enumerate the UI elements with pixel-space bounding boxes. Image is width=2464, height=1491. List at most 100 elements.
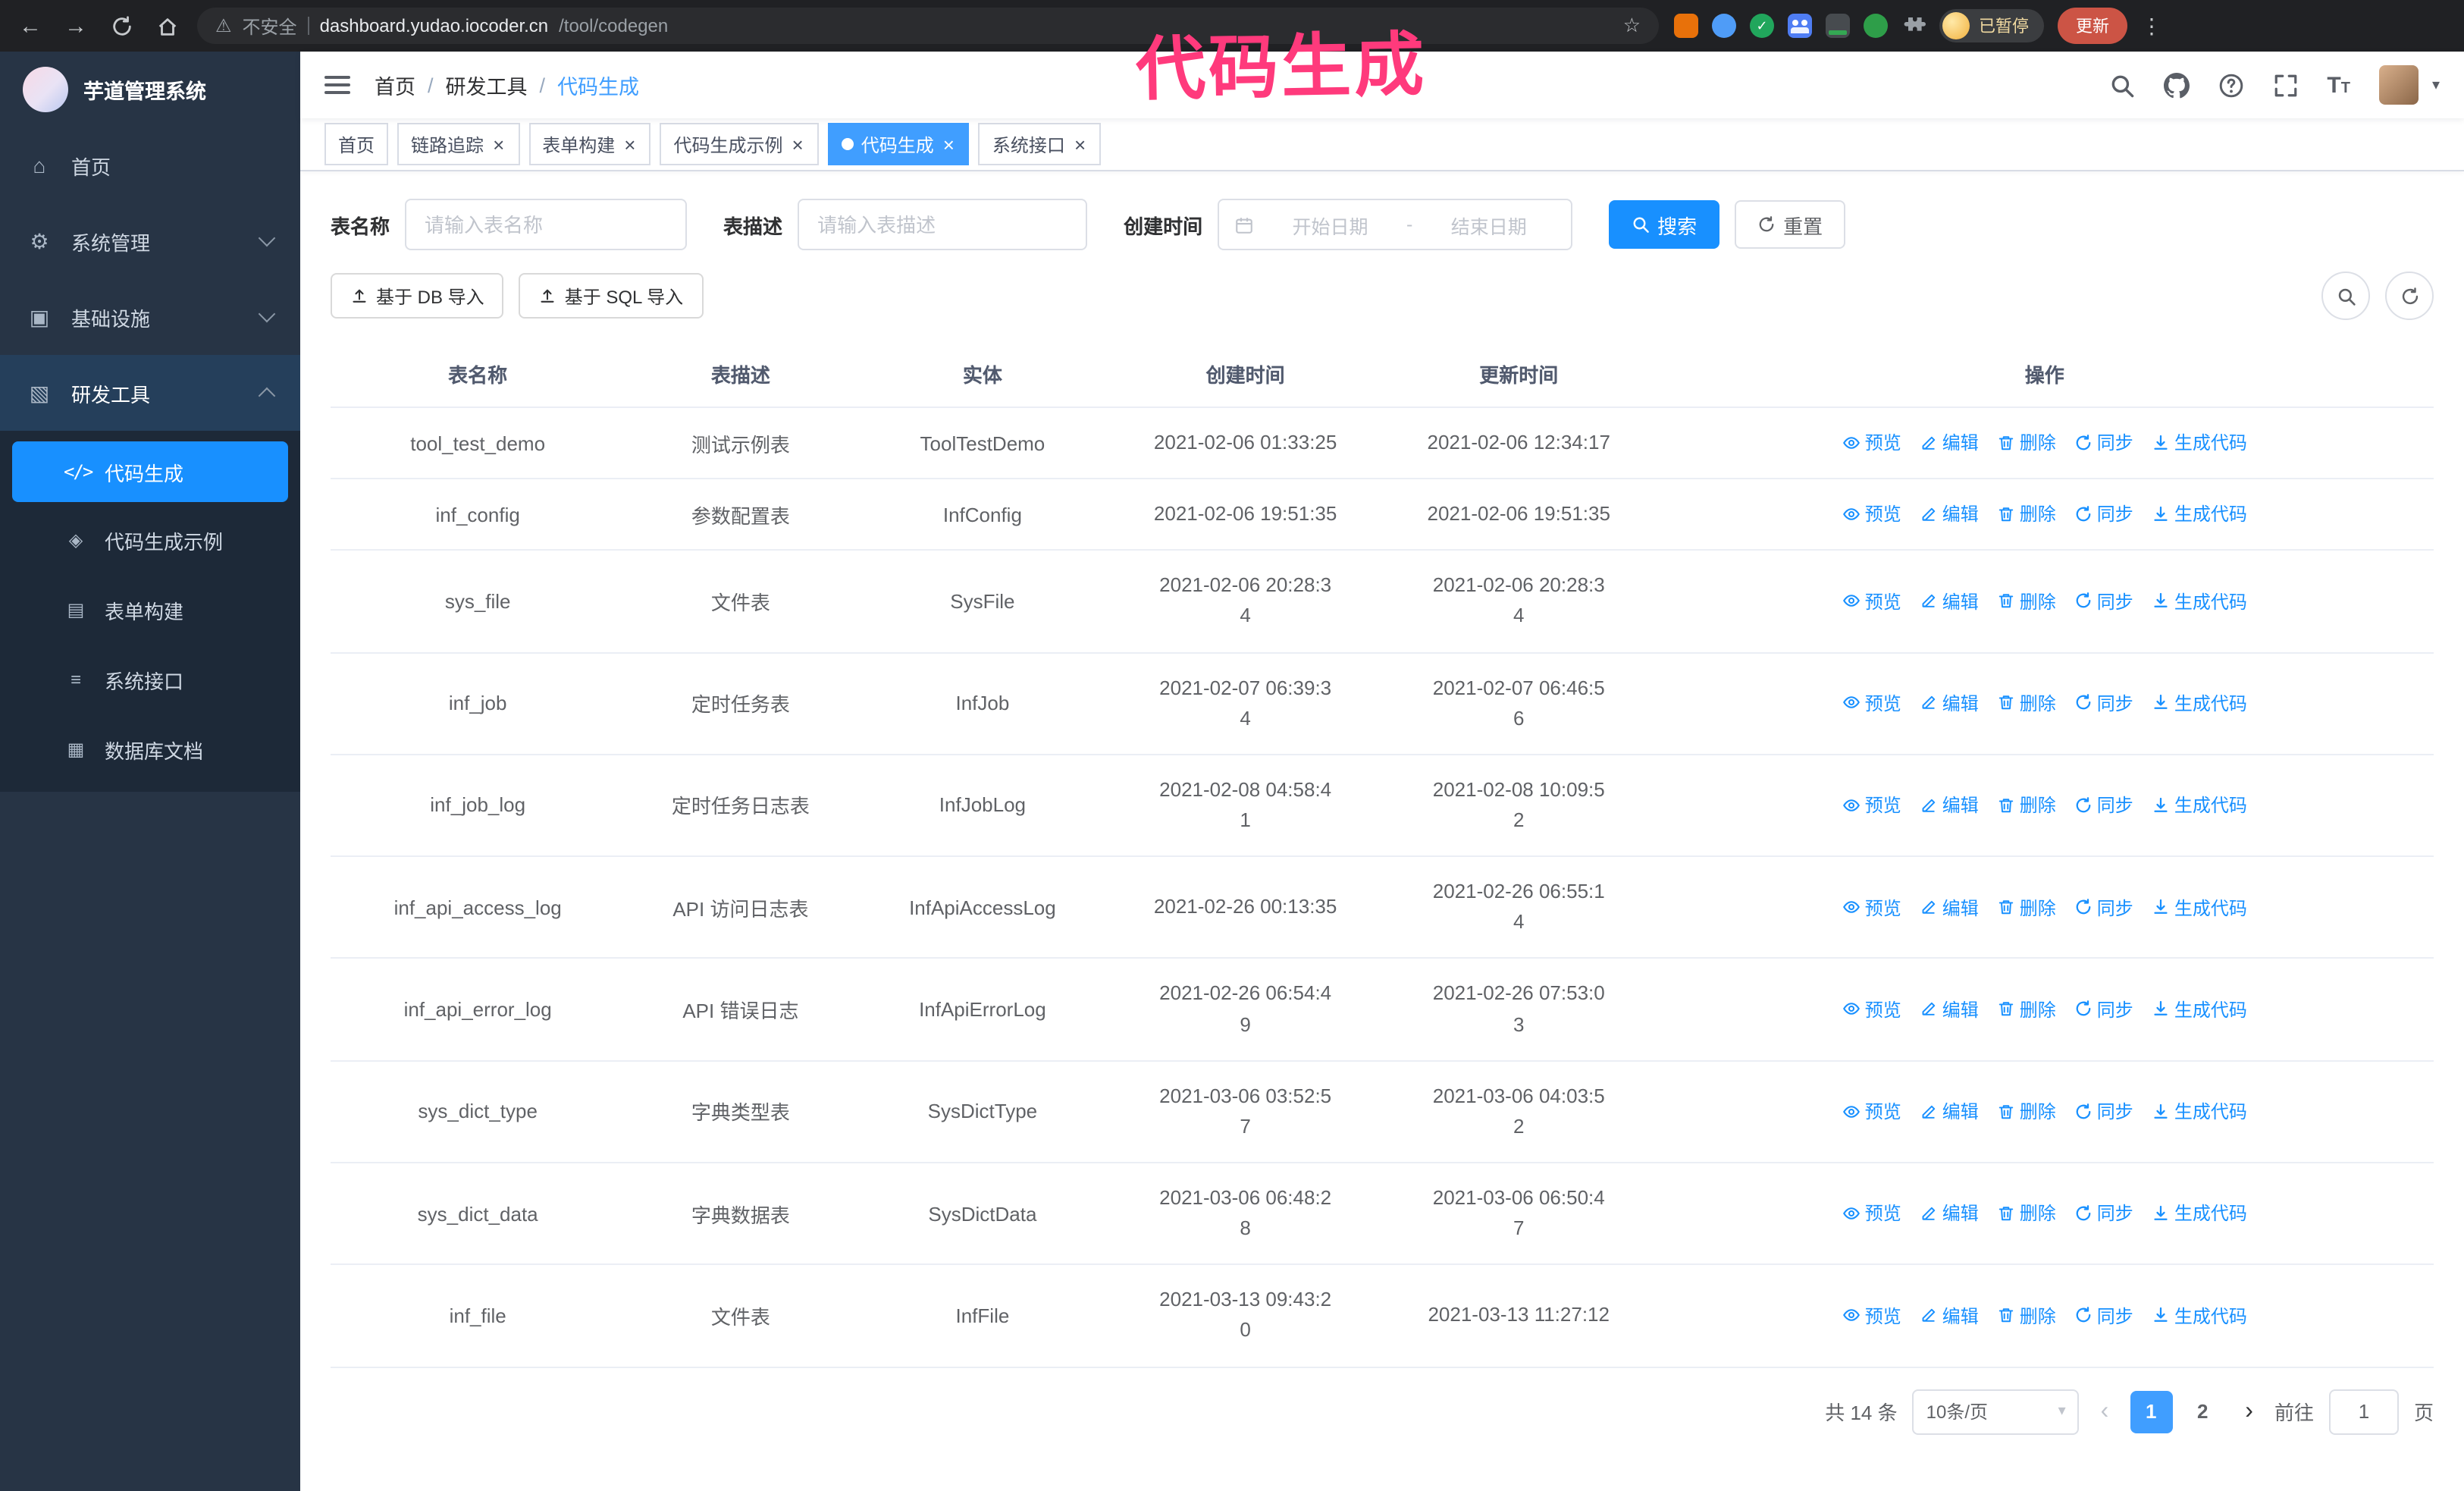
action-preview[interactable]: 预览	[1842, 430, 1901, 456]
caret-down-icon[interactable]: ▾	[2432, 77, 2440, 93]
search-icon[interactable]	[2108, 72, 2134, 98]
action-sync[interactable]: 同步	[2074, 1201, 2133, 1226]
action-preview[interactable]: 预览	[1842, 792, 1901, 818]
action-delete[interactable]: 删除	[1997, 1098, 2056, 1124]
help-icon[interactable]	[2218, 72, 2243, 98]
sidebar-item-codegen-example[interactable]: ◈ 代码生成示例	[0, 505, 300, 575]
action-generate-code[interactable]: 生成代码	[2152, 690, 2247, 716]
sidebar-item-form-builder[interactable]: ▤ 表单构建	[0, 575, 300, 645]
import-db-button[interactable]: 基于 DB 导入	[331, 273, 504, 319]
action-edit[interactable]: 编辑	[1920, 690, 1979, 716]
action-delete[interactable]: 删除	[1997, 1302, 2056, 1328]
sidebar-item-infrastructure[interactable]: ▣ 基础设施	[0, 279, 300, 355]
action-sync[interactable]: 同步	[2074, 588, 2133, 614]
action-sync[interactable]: 同步	[2074, 894, 2133, 920]
action-delete[interactable]: 删除	[1997, 588, 2056, 614]
fox-extension-icon[interactable]	[1674, 14, 1698, 38]
tab-close-icon[interactable]: ×	[1073, 134, 1087, 154]
action-edit[interactable]: 编辑	[1920, 501, 1979, 527]
toolbar-search-toggle-button[interactable]	[2321, 272, 2370, 320]
action-preview[interactable]: 预览	[1842, 1302, 1901, 1328]
action-preview[interactable]: 预览	[1842, 997, 1901, 1022]
action-sync[interactable]: 同步	[2074, 1302, 2133, 1328]
action-delete[interactable]: 删除	[1997, 792, 2056, 818]
tab-item-0[interactable]: 首页	[324, 123, 389, 165]
action-edit[interactable]: 编辑	[1920, 1201, 1979, 1226]
action-preview[interactable]: 预览	[1842, 1098, 1901, 1124]
action-generate-code[interactable]: 生成代码	[2152, 1098, 2247, 1124]
create-time-range-picker[interactable]: 开始日期 - 结束日期	[1218, 199, 1573, 250]
action-preview[interactable]: 预览	[1842, 1201, 1901, 1226]
action-generate-code[interactable]: 生成代码	[2152, 792, 2247, 818]
github-icon[interactable]	[2163, 72, 2189, 98]
tab-item-1[interactable]: 链路追踪 ×	[397, 123, 520, 165]
action-preview[interactable]: 预览	[1842, 690, 1901, 716]
avatar[interactable]	[2378, 65, 2419, 105]
action-sync[interactable]: 同步	[2074, 1098, 2133, 1124]
fullscreen-icon[interactable]	[2272, 72, 2298, 98]
action-edit[interactable]: 编辑	[1920, 997, 1979, 1022]
sidebar-item-dev-tools[interactable]: ▧ 研发工具	[0, 355, 300, 431]
goto-page-input[interactable]	[2328, 1389, 2399, 1435]
action-generate-code[interactable]: 生成代码	[2152, 894, 2247, 920]
tab-item-3[interactable]: 代码生成示例 ×	[660, 123, 819, 165]
reset-button[interactable]: 重置	[1735, 200, 1846, 249]
action-delete[interactable]: 删除	[1997, 690, 2056, 716]
sidebar-item-system-api[interactable]: ≡ 系统接口	[0, 645, 300, 714]
prev-page-button[interactable]: ‹	[2095, 1398, 2115, 1425]
leaf-extension-icon[interactable]	[1864, 14, 1888, 38]
page-button-2[interactable]: 2	[2181, 1390, 2224, 1433]
font-size-icon[interactable]: TT	[2327, 72, 2350, 98]
browser-update-button[interactable]: 更新	[2058, 8, 2127, 44]
action-sync[interactable]: 同步	[2074, 430, 2133, 456]
action-edit[interactable]: 编辑	[1920, 430, 1979, 456]
table-desc-input[interactable]	[798, 199, 1088, 250]
breadcrumb-dev-tools[interactable]: 研发工具	[446, 70, 528, 100]
tab-close-icon[interactable]: ×	[491, 134, 506, 154]
action-sync[interactable]: 同步	[2074, 792, 2133, 818]
table-name-input[interactable]	[405, 199, 688, 250]
browser-forward-button[interactable]: →	[61, 13, 91, 39]
action-edit[interactable]: 编辑	[1920, 588, 1979, 614]
action-sync[interactable]: 同步	[2074, 501, 2133, 527]
extensions-puzzle-icon[interactable]	[1901, 14, 1926, 38]
action-delete[interactable]: 删除	[1997, 997, 2056, 1022]
action-delete[interactable]: 删除	[1997, 430, 2056, 456]
action-edit[interactable]: 编辑	[1920, 1098, 1979, 1124]
security-label[interactable]: 不安全	[243, 13, 297, 39]
action-generate-code[interactable]: 生成代码	[2152, 997, 2247, 1022]
tab-item-5[interactable]: 系统接口 ×	[978, 123, 1102, 165]
action-delete[interactable]: 删除	[1997, 894, 2056, 920]
sidebar-item-system-management[interactable]: ⚙ 系统管理	[0, 203, 300, 279]
browser-back-button[interactable]: ←	[15, 13, 45, 39]
action-edit[interactable]: 编辑	[1920, 1302, 1979, 1328]
action-sync[interactable]: 同步	[2074, 997, 2133, 1022]
drop-extension-icon[interactable]	[1712, 14, 1736, 38]
action-generate-code[interactable]: 生成代码	[2152, 1201, 2247, 1226]
tab-item-2[interactable]: 表单构建 ×	[528, 123, 651, 165]
action-generate-code[interactable]: 生成代码	[2152, 588, 2247, 614]
action-edit[interactable]: 编辑	[1920, 894, 1979, 920]
sidebar-item-home[interactable]: ⌂ 首页	[0, 127, 300, 203]
search-button[interactable]: 搜索	[1609, 200, 1720, 249]
browser-profile-chip[interactable]: 已暂停	[1939, 9, 2044, 42]
sidebar-item-db-docs[interactable]: ▦ 数据库文档	[0, 714, 300, 784]
page-button-1[interactable]: 1	[2130, 1390, 2173, 1433]
tab-close-icon[interactable]: ×	[791, 134, 805, 154]
action-delete[interactable]: 删除	[1997, 501, 2056, 527]
breadcrumb-home[interactable]: 首页	[375, 70, 415, 100]
action-delete[interactable]: 删除	[1997, 1201, 2056, 1226]
action-generate-code[interactable]: 生成代码	[2152, 430, 2247, 456]
check-extension-icon[interactable]: ✓	[1750, 14, 1774, 38]
action-edit[interactable]: 编辑	[1920, 792, 1979, 818]
action-preview[interactable]: 预览	[1842, 894, 1901, 920]
next-page-button[interactable]: ›	[2239, 1398, 2259, 1425]
sidebar-item-code-generation[interactable]: </> 代码生成	[12, 441, 288, 502]
sidebar-toggle-icon[interactable]	[324, 76, 350, 94]
action-generate-code[interactable]: 生成代码	[2152, 1302, 2247, 1328]
action-preview[interactable]: 预览	[1842, 588, 1901, 614]
page-size-select[interactable]: 10条/页 ▾	[1912, 1389, 2080, 1435]
address-bar[interactable]: ⚠ 不安全 dashboard.yudao.iocoder.cn/tool/co…	[197, 8, 1659, 44]
people-extension-icon[interactable]	[1788, 14, 1812, 38]
browser-home-button[interactable]	[152, 13, 182, 39]
